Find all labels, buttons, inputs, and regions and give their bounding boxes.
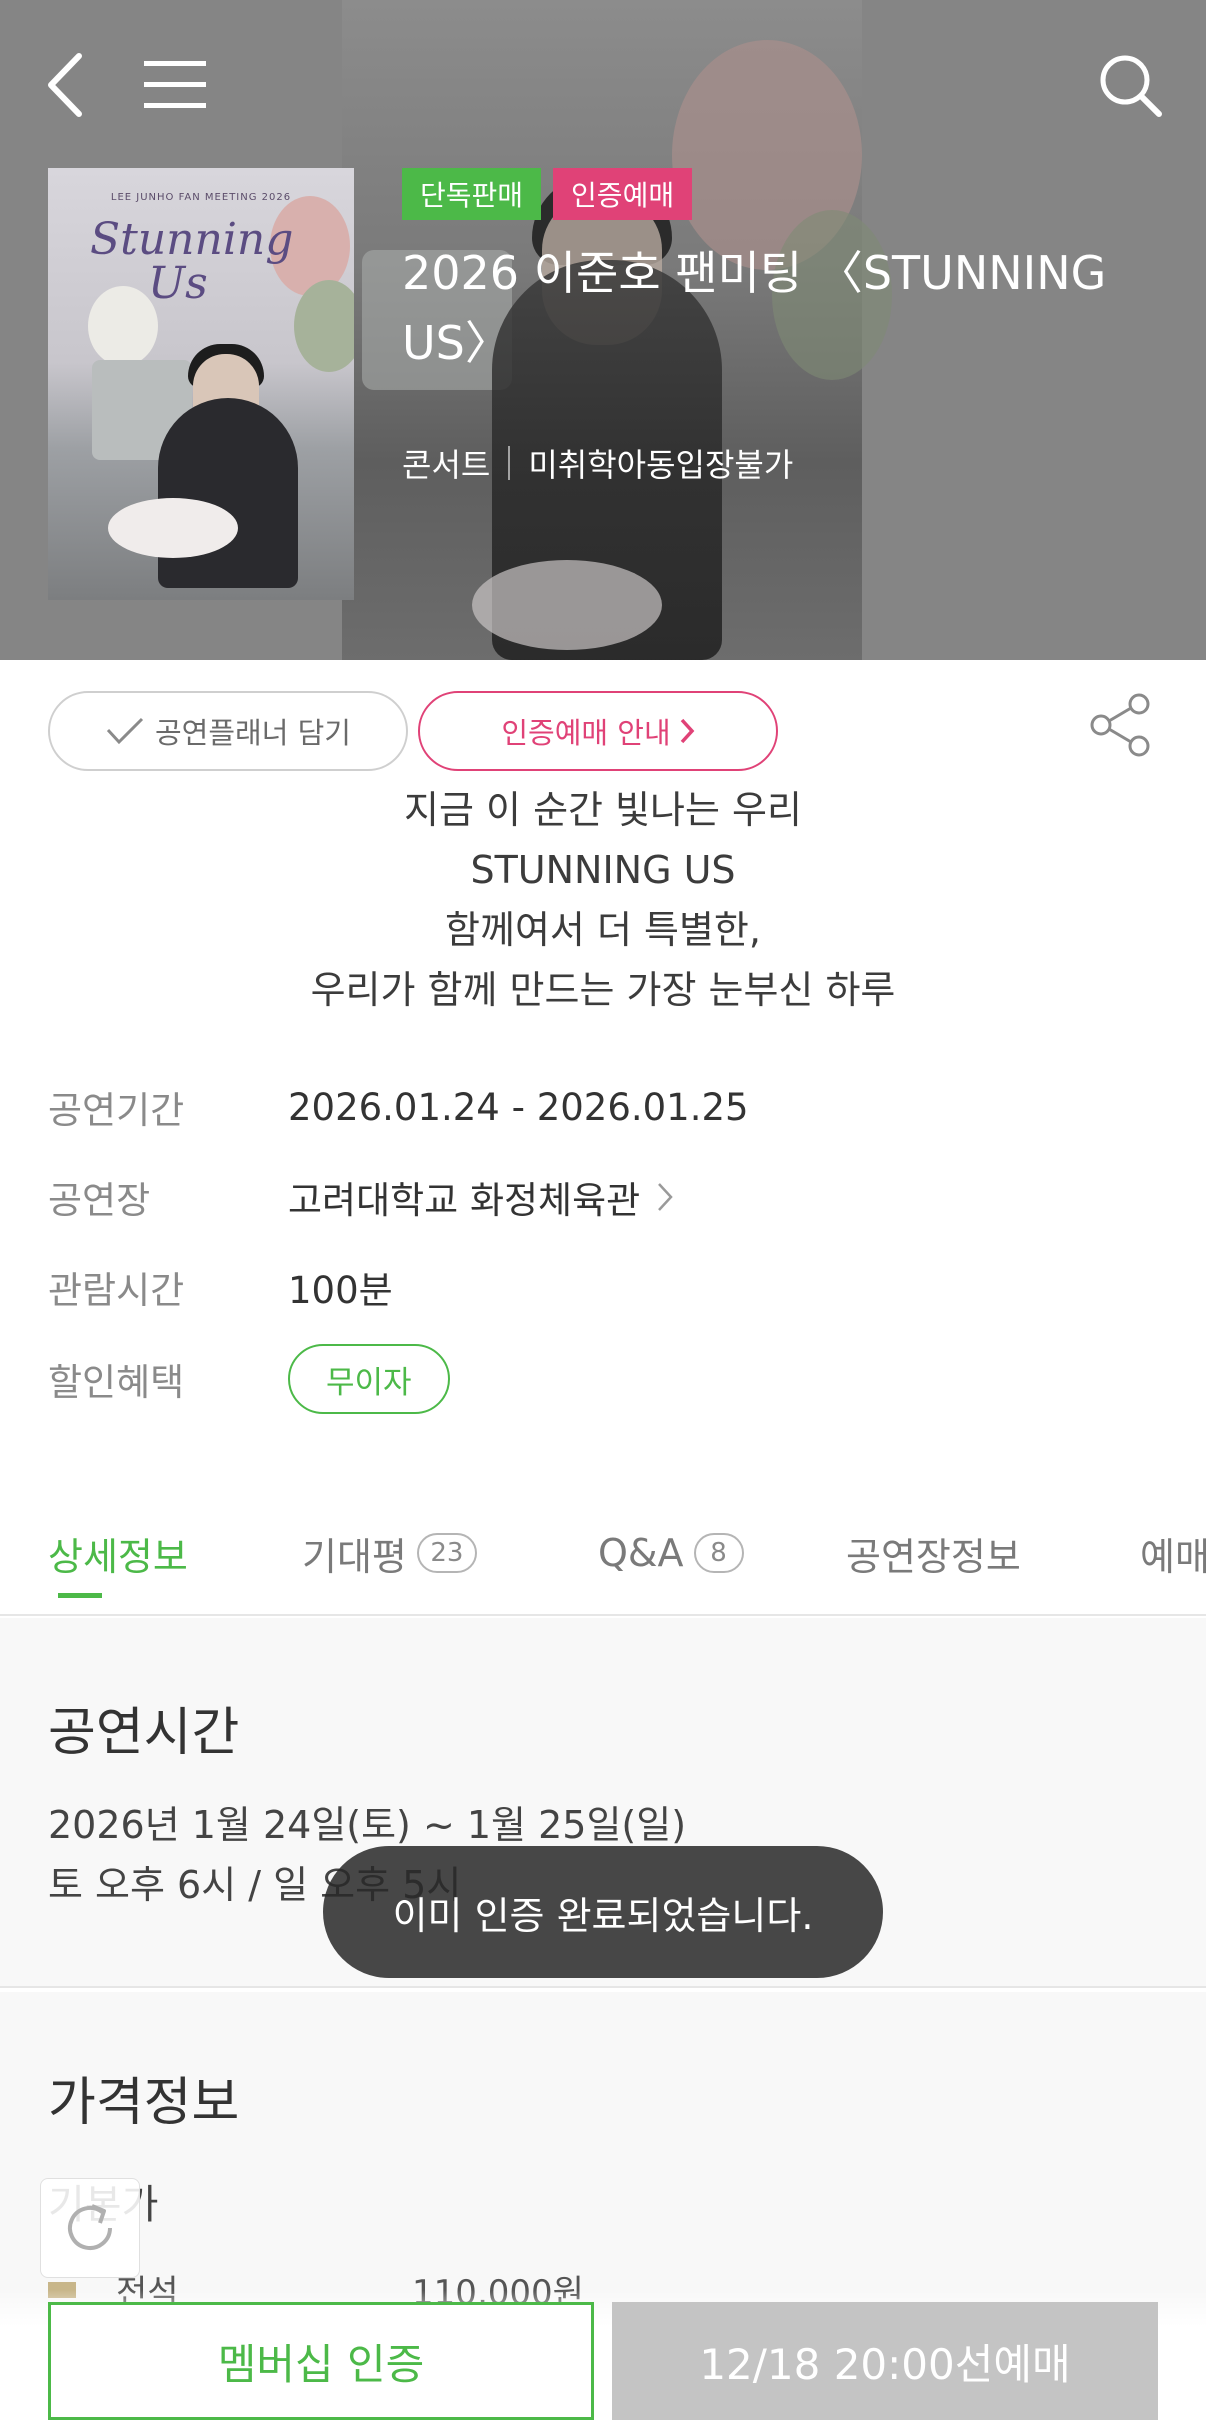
period-value: 2026.01.24 - 2026.01.25 [288,1085,749,1129]
tab-label: 상세정보 [48,1534,188,1579]
price-title: 가격정보 [48,2073,240,2133]
back-icon[interactable] [30,40,100,130]
performance-meta: 콘서트 미취학아동입장불가 [402,440,793,486]
exclusive-sale-badge: 단독판매 [402,168,542,220]
venue-link[interactable]: 고려대학교 화정체육관 [288,1170,674,1224]
hero-banner: LEE JUNHO FAN MEETING 2026 Stunning Us 단… [0,0,1206,660]
refresh-icon[interactable] [40,2178,140,2278]
venue-label: 공연장 [48,1179,151,1222]
showtime-title: 공연시간 [48,1703,240,1763]
chevron-right-icon [680,718,695,744]
verified-booking-info-button[interactable]: 인증예매 안내 [418,691,778,771]
discount-label: 할인혜택 [48,1361,185,1404]
add-to-planner-button[interactable]: 공연플래너 담기 [48,691,408,771]
top-navigation-bar [0,0,1206,170]
genre-label: 콘서트 [402,446,491,484]
detail-tabs: 상세정보 기대평 23 Q&A 8 공연장정보 예매 [0,1490,1206,1616]
verified-booking-info-label: 인증예매 안내 [501,716,671,750]
active-tab-indicator [58,1593,102,1598]
interest-free-pill[interactable]: 무이자 [288,1344,450,1414]
tab-label: Q&A [598,1531,684,1575]
performance-poster[interactable]: LEE JUNHO FAN MEETING 2026 Stunning Us [48,168,354,600]
tab-label: 공연장정보 [846,1534,1021,1579]
performance-tagline: 지금 이 순간 빛나는 우리 STUNNING US 함께여서 더 특별한, 우… [0,780,1206,1020]
tagline-line: 우리가 함께 만드는 가장 눈부신 하루 [310,968,896,1012]
info-row-runtime: 관람시간 100분 [48,1260,393,1314]
sale-badges: 단독판매 인증예매 [402,168,693,220]
tagline-line: 지금 이 순간 빛나는 우리 [404,788,802,832]
tagline-line: 함께여서 더 특별한, [445,908,761,952]
tab-qna[interactable]: Q&A 8 [598,1490,744,1614]
period-label: 공연기간 [48,1089,185,1132]
expectations-count-badge: 23 [416,1533,477,1573]
venue-value: 고려대학교 화정체육관 [288,1179,641,1222]
tab-expectations[interactable]: 기대평 23 [302,1490,477,1614]
presale-button[interactable]: 12/18 20:00선예매 [612,2302,1158,2420]
poster-title-logo: Stunning Us [90,214,294,309]
checkmark-icon [106,717,144,745]
search-icon[interactable] [1090,45,1170,125]
tab-venue-info[interactable]: 공연장정보 [846,1490,1021,1614]
tab-booking[interactable]: 예매 [1140,1490,1206,1614]
verified-booking-badge: 인증예매 [553,168,693,220]
info-row-period: 공연기간 2026.01.24 - 2026.01.25 [48,1080,749,1134]
info-row-venue[interactable]: 공연장 고려대학교 화정체육관 [48,1170,674,1224]
membership-verify-button[interactable]: 멤버십 인증 [48,2302,594,2420]
tab-label: 예매 [1140,1534,1206,1579]
tagline-line: STUNNING US [470,848,736,892]
chevron-right-icon [658,1183,673,1211]
add-to-planner-label: 공연플래너 담기 [155,716,351,750]
qna-count-badge: 8 [693,1533,744,1573]
performance-title: 2026 이준호 팬미팅 〈STUNNING US〉 [402,246,1107,370]
runtime-value: 100분 [288,1269,393,1312]
share-icon[interactable] [1080,690,1160,760]
tab-label: 기대평 [302,1534,407,1579]
menu-icon[interactable] [135,50,215,120]
runtime-label: 관람시간 [48,1269,185,1312]
toast-message: 이미 인증 완료되었습니다. [323,1846,883,1978]
poster-subtitle: LEE JUNHO FAN MEETING 2026 [110,192,292,203]
age-limit-label: 미취학아동입장불가 [528,446,794,484]
meta-divider [508,446,511,480]
info-row-discount: 할인혜택 무이자 [48,1344,450,1414]
